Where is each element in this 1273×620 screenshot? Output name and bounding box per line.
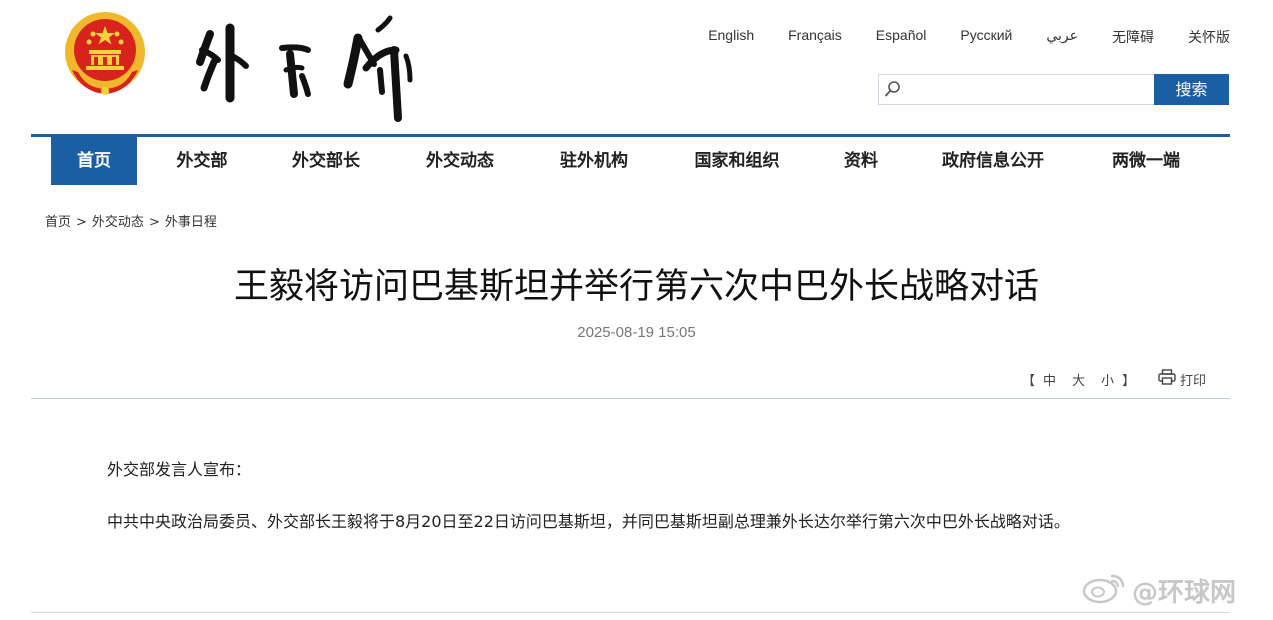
breadcrumb-foreign-affairs-schedule[interactable]: 外事日程: [165, 215, 217, 230]
lang-link-arabic[interactable]: عربي: [1046, 27, 1078, 47]
nav-item-ministry[interactable]: 外交部: [162, 137, 242, 185]
breadcrumb: 首页 > 外交动态 > 外事日程: [45, 211, 217, 230]
article-paragraph: 中共中央政治局委员、外交部长王毅将于8月20日至22日访问巴基斯坦，并同巴基斯坦…: [107, 512, 1070, 531]
font-size-small-button[interactable]: 小: [1101, 370, 1114, 389]
font-size-large-button[interactable]: 中: [1043, 370, 1056, 389]
nav-item-minister[interactable]: 外交部长: [281, 137, 371, 185]
breadcrumb-separator: >: [148, 215, 160, 230]
national-emblem-logo: [62, 10, 148, 98]
weibo-icon: [1082, 570, 1126, 611]
breadcrumb-home[interactable]: 首页: [45, 215, 71, 230]
breadcrumb-diplomatic-news[interactable]: 外交动态: [92, 215, 144, 230]
printer-icon: [1158, 369, 1176, 389]
print-label: 打印: [1180, 373, 1207, 389]
footer-divider: [31, 612, 1230, 613]
accessibility-link[interactable]: 无障碍: [1112, 27, 1154, 47]
lang-link-french[interactable]: Français: [788, 27, 842, 47]
search-button[interactable]: 搜索: [1154, 74, 1229, 105]
nav-item-resources[interactable]: 资料: [836, 137, 886, 185]
nav-item-diplomatic-news[interactable]: 外交动态: [415, 137, 505, 185]
breadcrumb-separator: >: [76, 215, 87, 230]
nav-item-missions-abroad[interactable]: 驻外机构: [549, 137, 639, 185]
elderly-care-version-link[interactable]: 关怀版: [1188, 27, 1230, 47]
font-size-control: 【中大小】: [1022, 370, 1135, 389]
print-button[interactable]: 打印: [1158, 369, 1206, 389]
article-timestamp: 2025-08-19 15:05: [577, 324, 696, 341]
nav-item-home[interactable]: 首页: [51, 137, 137, 185]
ministry-calligraphy-logo: [190, 10, 420, 122]
weibo-watermark: @环球网: [1082, 570, 1236, 611]
font-size-medium-button[interactable]: 大: [1072, 370, 1085, 389]
content-divider: [31, 398, 1230, 399]
lang-link-russian[interactable]: Русский: [960, 27, 1012, 47]
nav-item-countries-organizations[interactable]: 国家和组织: [681, 137, 793, 185]
lang-link-spanish[interactable]: Español: [876, 27, 927, 47]
font-size-bracket-close: 】: [1122, 374, 1136, 389]
search-icon: [884, 80, 902, 98]
lang-link-english[interactable]: English: [708, 27, 754, 47]
main-nav: 首页 外交部 外交部长 外交动态 驻外机构 国家和组织 资料 政府信息公开 两微…: [31, 137, 1230, 185]
search-input[interactable]: [904, 76, 1149, 103]
nav-item-government-info[interactable]: 政府信息公开: [931, 137, 1055, 185]
language-bar: English Français Español Русский عربي 无障…: [708, 27, 1230, 47]
article-title: 王毅将访问巴基斯坦并举行第六次中巴外长战略对话: [233, 267, 1039, 307]
font-size-bracket-open: 【: [1022, 374, 1036, 389]
article-paragraph: 外交部发言人宣布：: [107, 460, 252, 479]
watermark-text: @环球网: [1132, 578, 1237, 608]
nav-item-social-media[interactable]: 两微一端: [1101, 137, 1191, 185]
